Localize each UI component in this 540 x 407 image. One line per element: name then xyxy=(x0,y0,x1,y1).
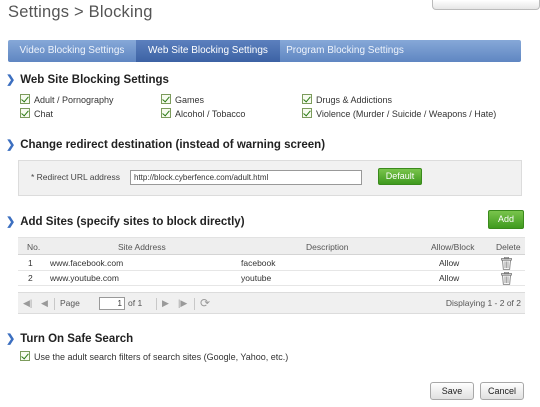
add-site-button[interactable]: Add xyxy=(488,210,524,229)
section-heading: Turn On Safe Search xyxy=(20,333,134,345)
refresh-icon[interactable]: ⟳ xyxy=(200,296,210,310)
save-button[interactable]: Save xyxy=(430,382,474,400)
row-no: 1 xyxy=(28,258,33,268)
category-alcohol[interactable]: Alcohol / Tobacco xyxy=(161,108,245,120)
checkbox-checked-icon[interactable] xyxy=(20,94,30,104)
checkbox-checked-icon[interactable] xyxy=(161,94,171,104)
safe-search-option[interactable]: Use the adult search filters of search s… xyxy=(20,351,288,363)
tab-bar: Video Blocking Settings Web Site Blockin… xyxy=(8,40,521,62)
column-no[interactable]: No. xyxy=(27,238,40,256)
cancel-button[interactable]: Cancel xyxy=(480,382,524,400)
trash-icon[interactable] xyxy=(501,272,512,285)
redirect-panel: * Redirect URL address Default xyxy=(18,160,522,196)
tab-program-blocking[interactable]: Program Blocking Settings xyxy=(280,40,410,62)
checkbox-checked-icon[interactable] xyxy=(302,108,312,118)
pager-separator xyxy=(54,298,55,310)
chevron-right-icon: ❯ xyxy=(6,74,16,86)
checkbox-checked-icon[interactable] xyxy=(20,108,30,118)
trash-icon[interactable] xyxy=(501,257,512,270)
tab-web-site-blocking[interactable]: Web Site Blocking Settings xyxy=(136,40,280,62)
category-label: Chat xyxy=(34,109,54,119)
section-heading: Add Sites (specify sites to block direct… xyxy=(20,216,245,228)
category-label: Games xyxy=(175,95,205,105)
column-description[interactable]: Description xyxy=(306,238,349,256)
table-row[interactable]: 1 www.facebook.com facebook Allow xyxy=(18,256,525,271)
row-site-address: www.facebook.com xyxy=(50,258,124,268)
pager-separator xyxy=(194,298,195,310)
pager-separator xyxy=(156,298,157,310)
section-heading: Web Site Blocking Settings xyxy=(20,74,169,86)
checkbox-checked-icon[interactable] xyxy=(20,351,30,361)
prev-page-icon[interactable]: ◀ xyxy=(41,298,48,309)
row-allow-block[interactable]: Allow xyxy=(439,256,459,271)
row-description: facebook xyxy=(241,258,276,268)
pagination-bar: ◀​| ◀ Page of 1 ▶ |▶ ⟳ Displaying 1 - 2 … xyxy=(18,292,525,314)
category-label: Violence (Murder / Suicide / Weapons / H… xyxy=(316,109,497,119)
row-site-address: www.youtube.com xyxy=(50,273,119,283)
last-page-icon[interactable]: |▶ xyxy=(178,298,187,309)
top-right-panel-edge xyxy=(432,0,540,10)
next-page-icon[interactable]: ▶ xyxy=(162,298,169,309)
checkbox-checked-icon[interactable] xyxy=(302,94,312,104)
row-allow-block[interactable]: Allow xyxy=(439,271,459,286)
section-safe-search: ❯ Turn On Safe Search xyxy=(6,332,133,345)
category-games[interactable]: Games xyxy=(161,94,204,106)
category-adult[interactable]: Adult / Pornography xyxy=(20,94,114,106)
chevron-right-icon: ❯ xyxy=(6,139,16,151)
redirect-url-input[interactable] xyxy=(130,170,362,185)
page-number-input[interactable] xyxy=(99,297,125,310)
section-redirect: ❯ Change redirect destination (instead of… xyxy=(6,138,325,151)
row-description: youtube xyxy=(241,273,272,283)
category-drugs[interactable]: Drugs & Addictions xyxy=(302,94,392,106)
safe-search-label: Use the adult search filters of search s… xyxy=(34,352,289,362)
tab-video-blocking[interactable]: Video Blocking Settings xyxy=(8,40,136,62)
default-button[interactable]: Default xyxy=(378,168,422,185)
column-allow-block[interactable]: Allow/Block xyxy=(431,238,474,256)
section-web-site-blocking: ❯ Web Site Blocking Settings xyxy=(6,73,169,86)
category-chat[interactable]: Chat xyxy=(20,108,53,120)
category-label: Adult / Pornography xyxy=(34,95,114,105)
first-page-icon[interactable]: ◀​| xyxy=(23,298,32,309)
chevron-right-icon: ❯ xyxy=(6,333,16,345)
page-of-label: of 1 xyxy=(128,298,143,308)
table-header: No. Site Address Description Allow/Block… xyxy=(18,237,525,255)
checkbox-checked-icon[interactable] xyxy=(161,108,171,118)
pager-display-text: Displaying 1 - 2 of 2 xyxy=(445,298,521,308)
section-heading: Change redirect destination (instead of … xyxy=(20,139,326,151)
column-delete[interactable]: Delete xyxy=(496,238,521,256)
section-add-sites: ❯ Add Sites (specify sites to block direc… xyxy=(6,215,245,228)
category-violence[interactable]: Violence (Murder / Suicide / Weapons / H… xyxy=(302,108,496,120)
category-label: Drugs & Addictions xyxy=(316,95,393,105)
page-label: Page xyxy=(60,298,80,308)
column-site-address[interactable]: Site Address xyxy=(118,238,166,256)
row-no: 2 xyxy=(28,273,33,283)
page-title: Settings > Blocking xyxy=(8,3,153,21)
chevron-right-icon: ❯ xyxy=(6,216,16,228)
category-label: Alcohol / Tobacco xyxy=(175,109,246,119)
redirect-url-label: * Redirect URL address xyxy=(31,172,120,182)
table-row[interactable]: 2 www.youtube.com youtube Allow xyxy=(18,271,525,286)
